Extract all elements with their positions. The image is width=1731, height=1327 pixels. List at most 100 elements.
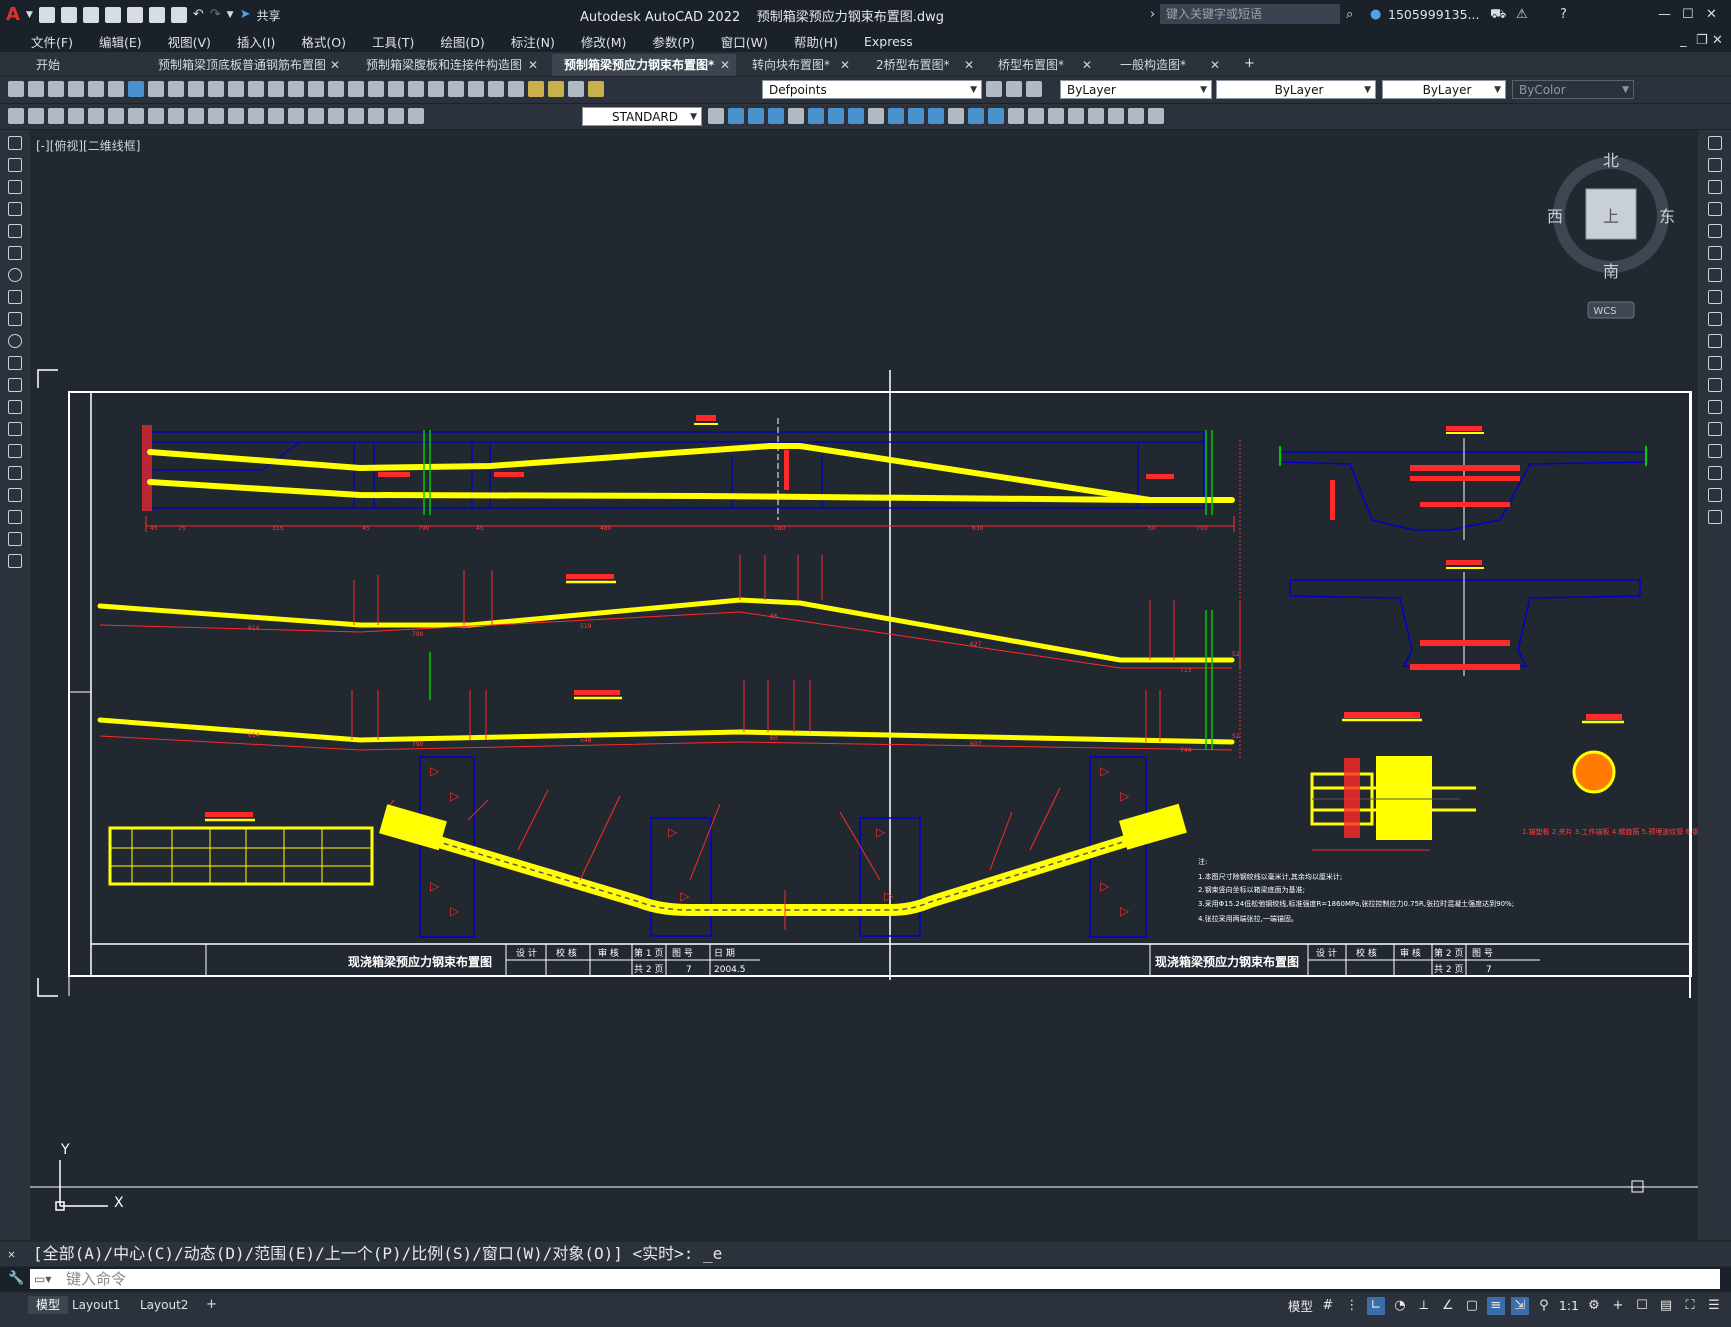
lineweight-dropdown[interactable]: ByLayer ▼ — [1382, 80, 1506, 99]
array-icon[interactable] — [1707, 224, 1722, 238]
menu-tools[interactable]: 工具(T) — [359, 32, 427, 51]
new-icon[interactable] — [8, 81, 24, 97]
close-icon[interactable]: ✕ — [528, 54, 538, 76]
gradient-icon[interactable] — [8, 466, 22, 480]
grid-icon[interactable]: # — [1319, 1297, 1337, 1315]
close-icon[interactable]: ✕ — [1082, 54, 1092, 76]
command-input[interactable]: 键入命令 — [30, 1269, 1720, 1289]
close-icon[interactable]: ✕ — [330, 54, 340, 76]
join-icon[interactable] — [1707, 422, 1722, 436]
blend-icon[interactable] — [1707, 488, 1722, 502]
polyline-icon[interactable] — [8, 180, 22, 194]
copy-icon[interactable] — [168, 81, 184, 97]
share-icon[interactable]: ➤ — [240, 6, 251, 24]
drawing-svg[interactable]: 现浇箱梁预应力钢束布置图 现浇箱梁预应力钢束布置图 设 计 校 核 审 核 第 … — [30, 130, 1698, 1240]
new-tab-icon[interactable]: + — [1244, 55, 1255, 73]
menu-help[interactable]: 帮助(H) — [781, 32, 851, 51]
clean-screen-icon[interactable]: ⛶ — [1681, 1297, 1699, 1315]
isodraft-icon[interactable]: ⟂ — [1415, 1297, 1433, 1315]
rotate-icon[interactable] — [828, 108, 844, 124]
quick-dim-icon[interactable] — [168, 108, 184, 124]
compass-west[interactable]: 西 — [1547, 207, 1563, 226]
close-icon[interactable]: ✕ — [964, 54, 974, 76]
line-icon[interactable] — [8, 136, 22, 150]
user-icon[interactable]: ● — [1370, 6, 1381, 24]
fillet-icon[interactable] — [988, 108, 1004, 124]
polar-icon[interactable]: ◔ — [1391, 1297, 1409, 1315]
mirror-icon[interactable] — [748, 108, 764, 124]
tab-file[interactable]: 2桥型布置图* ✕ — [864, 54, 980, 76]
tab-start[interactable]: 开始 — [24, 54, 144, 76]
close-icon[interactable]: ✕ — [8, 1245, 15, 1263]
break-icon[interactable] — [1707, 400, 1722, 414]
point-icon[interactable] — [1108, 108, 1124, 124]
zoom-window-icon[interactable] — [328, 81, 344, 97]
spline-icon[interactable] — [8, 312, 22, 326]
search-input[interactable]: 键入关键字或短语 — [1160, 4, 1340, 24]
copy-icon[interactable] — [1707, 158, 1722, 172]
close-icon[interactable]: ✕ — [840, 54, 850, 76]
stretch-icon[interactable] — [868, 108, 884, 124]
customize-icon[interactable]: ☰ — [1705, 1297, 1723, 1315]
move-icon[interactable] — [808, 108, 824, 124]
group-icon[interactable] — [1048, 108, 1064, 124]
markup-icon[interactable] — [448, 81, 464, 97]
annotation-scale-value[interactable]: 1:1 — [1559, 1298, 1579, 1313]
open-file-icon[interactable] — [60, 7, 77, 23]
open-icon[interactable] — [28, 81, 44, 97]
dim-update-icon[interactable] — [388, 108, 404, 124]
dim-diameter-icon[interactable] — [128, 108, 144, 124]
revcloud-icon[interactable] — [8, 290, 22, 304]
publish-icon[interactable] — [108, 81, 124, 97]
dim-edit-icon[interactable] — [348, 108, 364, 124]
dim-text-edit-icon[interactable] — [368, 108, 384, 124]
layer-manager-icon[interactable] — [508, 81, 524, 97]
wrench-icon[interactable]: 🔧 — [8, 1270, 24, 1288]
properties-icon[interactable] — [368, 81, 384, 97]
erase-icon[interactable] — [1707, 136, 1722, 150]
open-web-icon[interactable] — [126, 7, 143, 23]
fillet-icon[interactable] — [1707, 466, 1722, 480]
insert-block-icon[interactable] — [1068, 108, 1084, 124]
compass-east[interactable]: 东 — [1659, 207, 1675, 226]
doc-minimize-icon[interactable]: _ — [1680, 32, 1687, 50]
save-icon[interactable] — [48, 81, 64, 97]
insert-block-icon[interactable] — [8, 378, 22, 392]
design-center-icon[interactable] — [388, 81, 404, 97]
stretch-icon[interactable] — [1707, 312, 1722, 326]
dim-continue-icon[interactable] — [208, 108, 224, 124]
rectangle-icon[interactable] — [8, 224, 22, 238]
maximize-icon[interactable]: ☐ — [1682, 6, 1694, 24]
viewcube[interactable]: 上 北 南 东 西 WCS — [1547, 151, 1675, 319]
layer-lock-icon[interactable] — [588, 81, 604, 97]
menu-express[interactable]: Express — [851, 34, 926, 49]
calculator-icon[interactable] — [468, 81, 484, 97]
menu-draw[interactable]: 绘图(D) — [427, 32, 497, 51]
chamfer-icon[interactable] — [1707, 444, 1722, 458]
redo-icon[interactable]: ↷ — [210, 6, 221, 24]
ortho-icon[interactable]: ∟ — [1366, 1296, 1385, 1315]
layer-state-icon[interactable] — [1026, 81, 1042, 97]
linetype-dropdown[interactable]: ByLayer ▼ — [1216, 80, 1376, 99]
layer-freeze-icon[interactable] — [548, 81, 564, 97]
chevron-right-icon[interactable]: › — [1150, 6, 1155, 24]
menu-edit[interactable]: 编辑(E) — [86, 32, 155, 51]
make-block-icon[interactable] — [8, 400, 22, 414]
add-selected-icon[interactable] — [8, 554, 22, 568]
lineweight-icon[interactable]: ≡ — [1486, 1296, 1505, 1315]
tab-file[interactable]: 预制箱梁顶底板普通钢筋布置图 ✕ — [146, 54, 346, 76]
text-style-dropdown[interactable]: STANDARD ▼ — [582, 107, 702, 126]
zoom-realtime-icon[interactable] — [308, 81, 324, 97]
jog-line-icon[interactable] — [328, 108, 344, 124]
close-icon[interactable]: ✕ — [720, 54, 730, 76]
menu-file[interactable]: 文件(F) — [18, 32, 86, 51]
doc-close-icon[interactable]: ✕ — [1712, 32, 1723, 50]
web-icon[interactable] — [128, 81, 144, 97]
save-icon[interactable] — [82, 7, 99, 23]
dim-style-icon[interactable] — [408, 108, 424, 124]
new-file-icon[interactable] — [38, 7, 55, 23]
color-dropdown[interactable]: ByLayer ▼ — [1060, 80, 1212, 99]
dim-break-icon[interactable] — [248, 108, 264, 124]
redo-icon[interactable] — [268, 81, 284, 97]
save-web-icon[interactable] — [148, 7, 165, 23]
